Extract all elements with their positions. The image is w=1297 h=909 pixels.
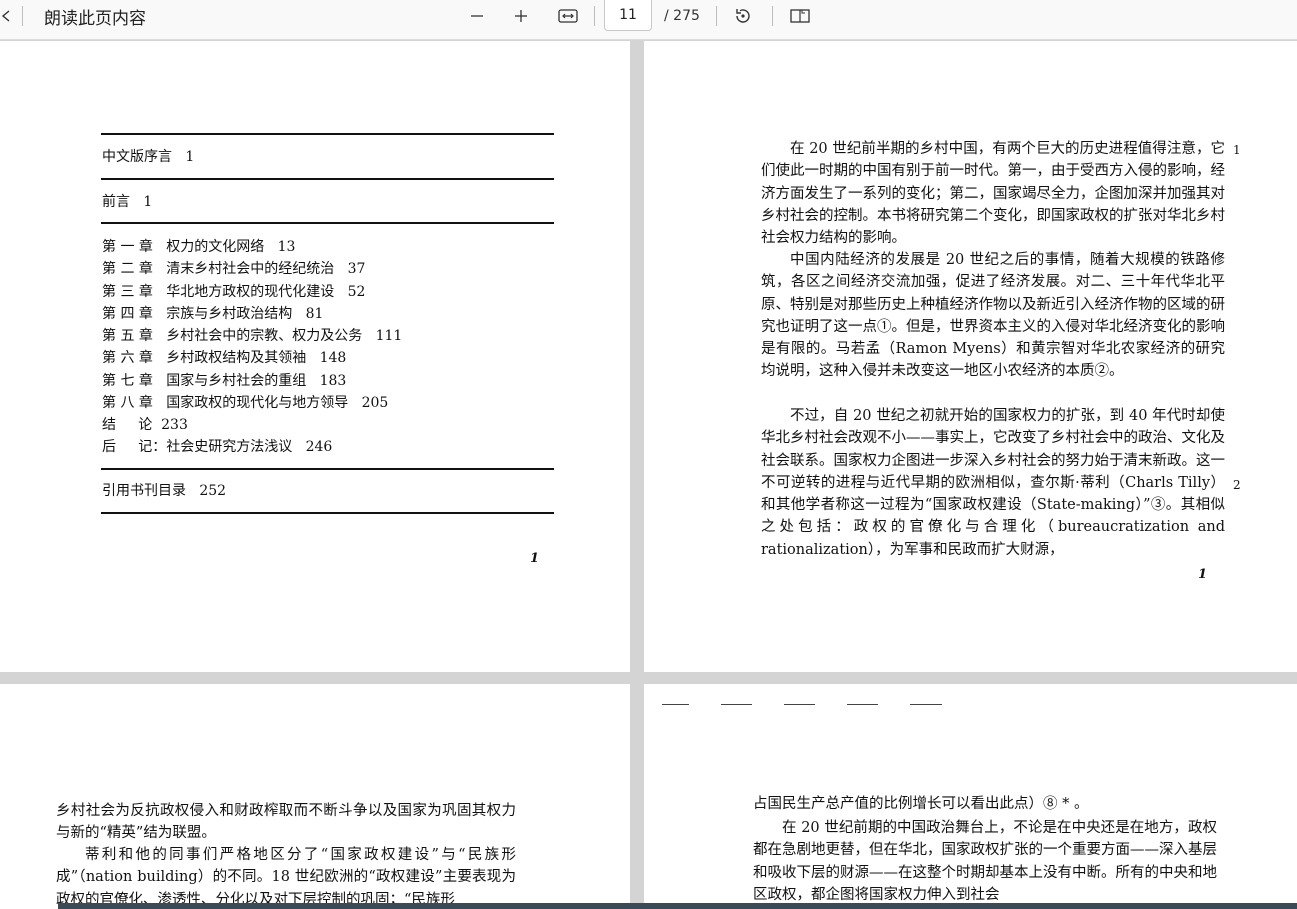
pdf-page-right-top: 在 20 世纪前半期的乡村中国，有两个巨大的历史进程值得注意，它们使此一时期的中… [644,41,1297,672]
pdf-toolbar: 朗读此页内容 11 / 275 [0,0,1297,40]
zoom-in-icon[interactable] [510,0,532,32]
pdf-page-right-bottom: 占国民生产总产值的比例增长可以看出此点）⑧ * 。 在 20 世纪前期的中国政治… [644,684,1297,909]
toc-rule [101,178,554,180]
read-aloud-button[interactable]: 朗读此页内容 [44,0,146,32]
toolbar-divider [716,6,717,26]
page-folio: 1 [1198,567,1208,582]
toc-chapter[interactable]: 第 三 章 华北地方政权的现代化建设 52 [102,281,365,301]
toc-bibliography[interactable]: 引用书刊目录 252 [102,481,226,501]
body-paragraph: 在 20 世纪前半期的乡村中国，有两个巨大的历史进程值得注意，它们使此一时期的中… [761,141,1225,247]
two-page-view-icon[interactable] [788,0,812,32]
body-paragraph: 在 20 世纪前期的中国政治舞台上，不论是在中央还是在地方，政权都在急剧地更替，… [753,820,1217,903]
page-total-label: / 275 [664,8,700,24]
taskbar-edge [58,903,1297,909]
header-dash [784,704,815,705]
margin-number: 1 [1233,143,1241,157]
toc-preface-cn[interactable]: 中文版序言 1 [102,147,194,167]
toc-chapter[interactable]: 第 四 章 宗族与乡村政治结构 81 [102,303,323,323]
toc-rule [101,133,554,135]
toc-rule [101,512,554,514]
header-dash [847,704,878,705]
toc-rule [101,222,554,224]
rotate-icon[interactable] [731,0,755,32]
body-paragraph: 乡村社会为反抗政权侵入和财政榨取而不断斗争以及国家为巩固其权力与新的“精英”结为… [56,803,516,842]
body-paragraph: 中国内陆经济的发展是 20 世纪之后的事情，随着大规模的铁路修筑，各区之间经济交… [761,252,1225,380]
body-paragraph: 占国民生产总产值的比例增长可以看出此点）⑧ * 。 [753,796,1089,812]
toolbar-divider [22,6,23,26]
zoom-out-icon[interactable] [466,0,488,32]
toc-chapter[interactable]: 第 六 章 乡村政权结构及其领袖 148 [102,347,346,367]
body-paragraph: 蒂利和他的同事们严格地区分了“国家政权建设”与“民族形成”（nation bui… [56,847,516,908]
toc-chapter[interactable]: 第 八 章 国家政权的现代化与地方领导 205 [102,392,388,412]
toc-preface[interactable]: 前言 1 [102,192,152,212]
toc-chapter[interactable]: 第 二 章 清末乡村社会中的经纪统治 37 [102,258,365,278]
page-number-input[interactable]: 11 [604,0,652,31]
toc-conclusion[interactable]: 结 论 233 [102,414,188,434]
back-icon[interactable] [0,0,12,32]
pdf-page-left-top: 中文版序言 1 前言 1 第 一 章 权力的文化网络 13 第 二 章 清末乡村… [0,41,630,672]
body-paragraph: 不过，自 20 世纪之初就开始的国家权力的扩张，到 40 年代时却使华北乡村社会… [761,408,1225,558]
header-dash [910,704,942,705]
pdf-page-left-bottom: 乡村社会为反抗政权侵入和财政榨取而不断斗争以及国家为巩固其权力与新的“精英”结为… [0,684,630,909]
toc-chapter[interactable]: 第 五 章 乡村社会中的宗教、权力及公务 111 [102,325,402,345]
toolbar-divider [594,6,595,26]
page-folio: 1 [530,551,540,566]
fit-width-icon[interactable] [556,0,580,32]
margin-number: 2 [1233,478,1241,492]
header-dash [721,704,752,705]
toc-postscript[interactable]: 后 记：社会史研究方法浅议 246 [102,436,332,456]
toc-chapter[interactable]: 第 七 章 国家与乡村社会的重组 183 [102,370,346,390]
toolbar-divider [772,6,773,26]
toc-chapter[interactable]: 第 一 章 权力的文化网络 13 [102,236,295,256]
toc-rule [101,468,554,470]
header-dash [662,704,689,705]
